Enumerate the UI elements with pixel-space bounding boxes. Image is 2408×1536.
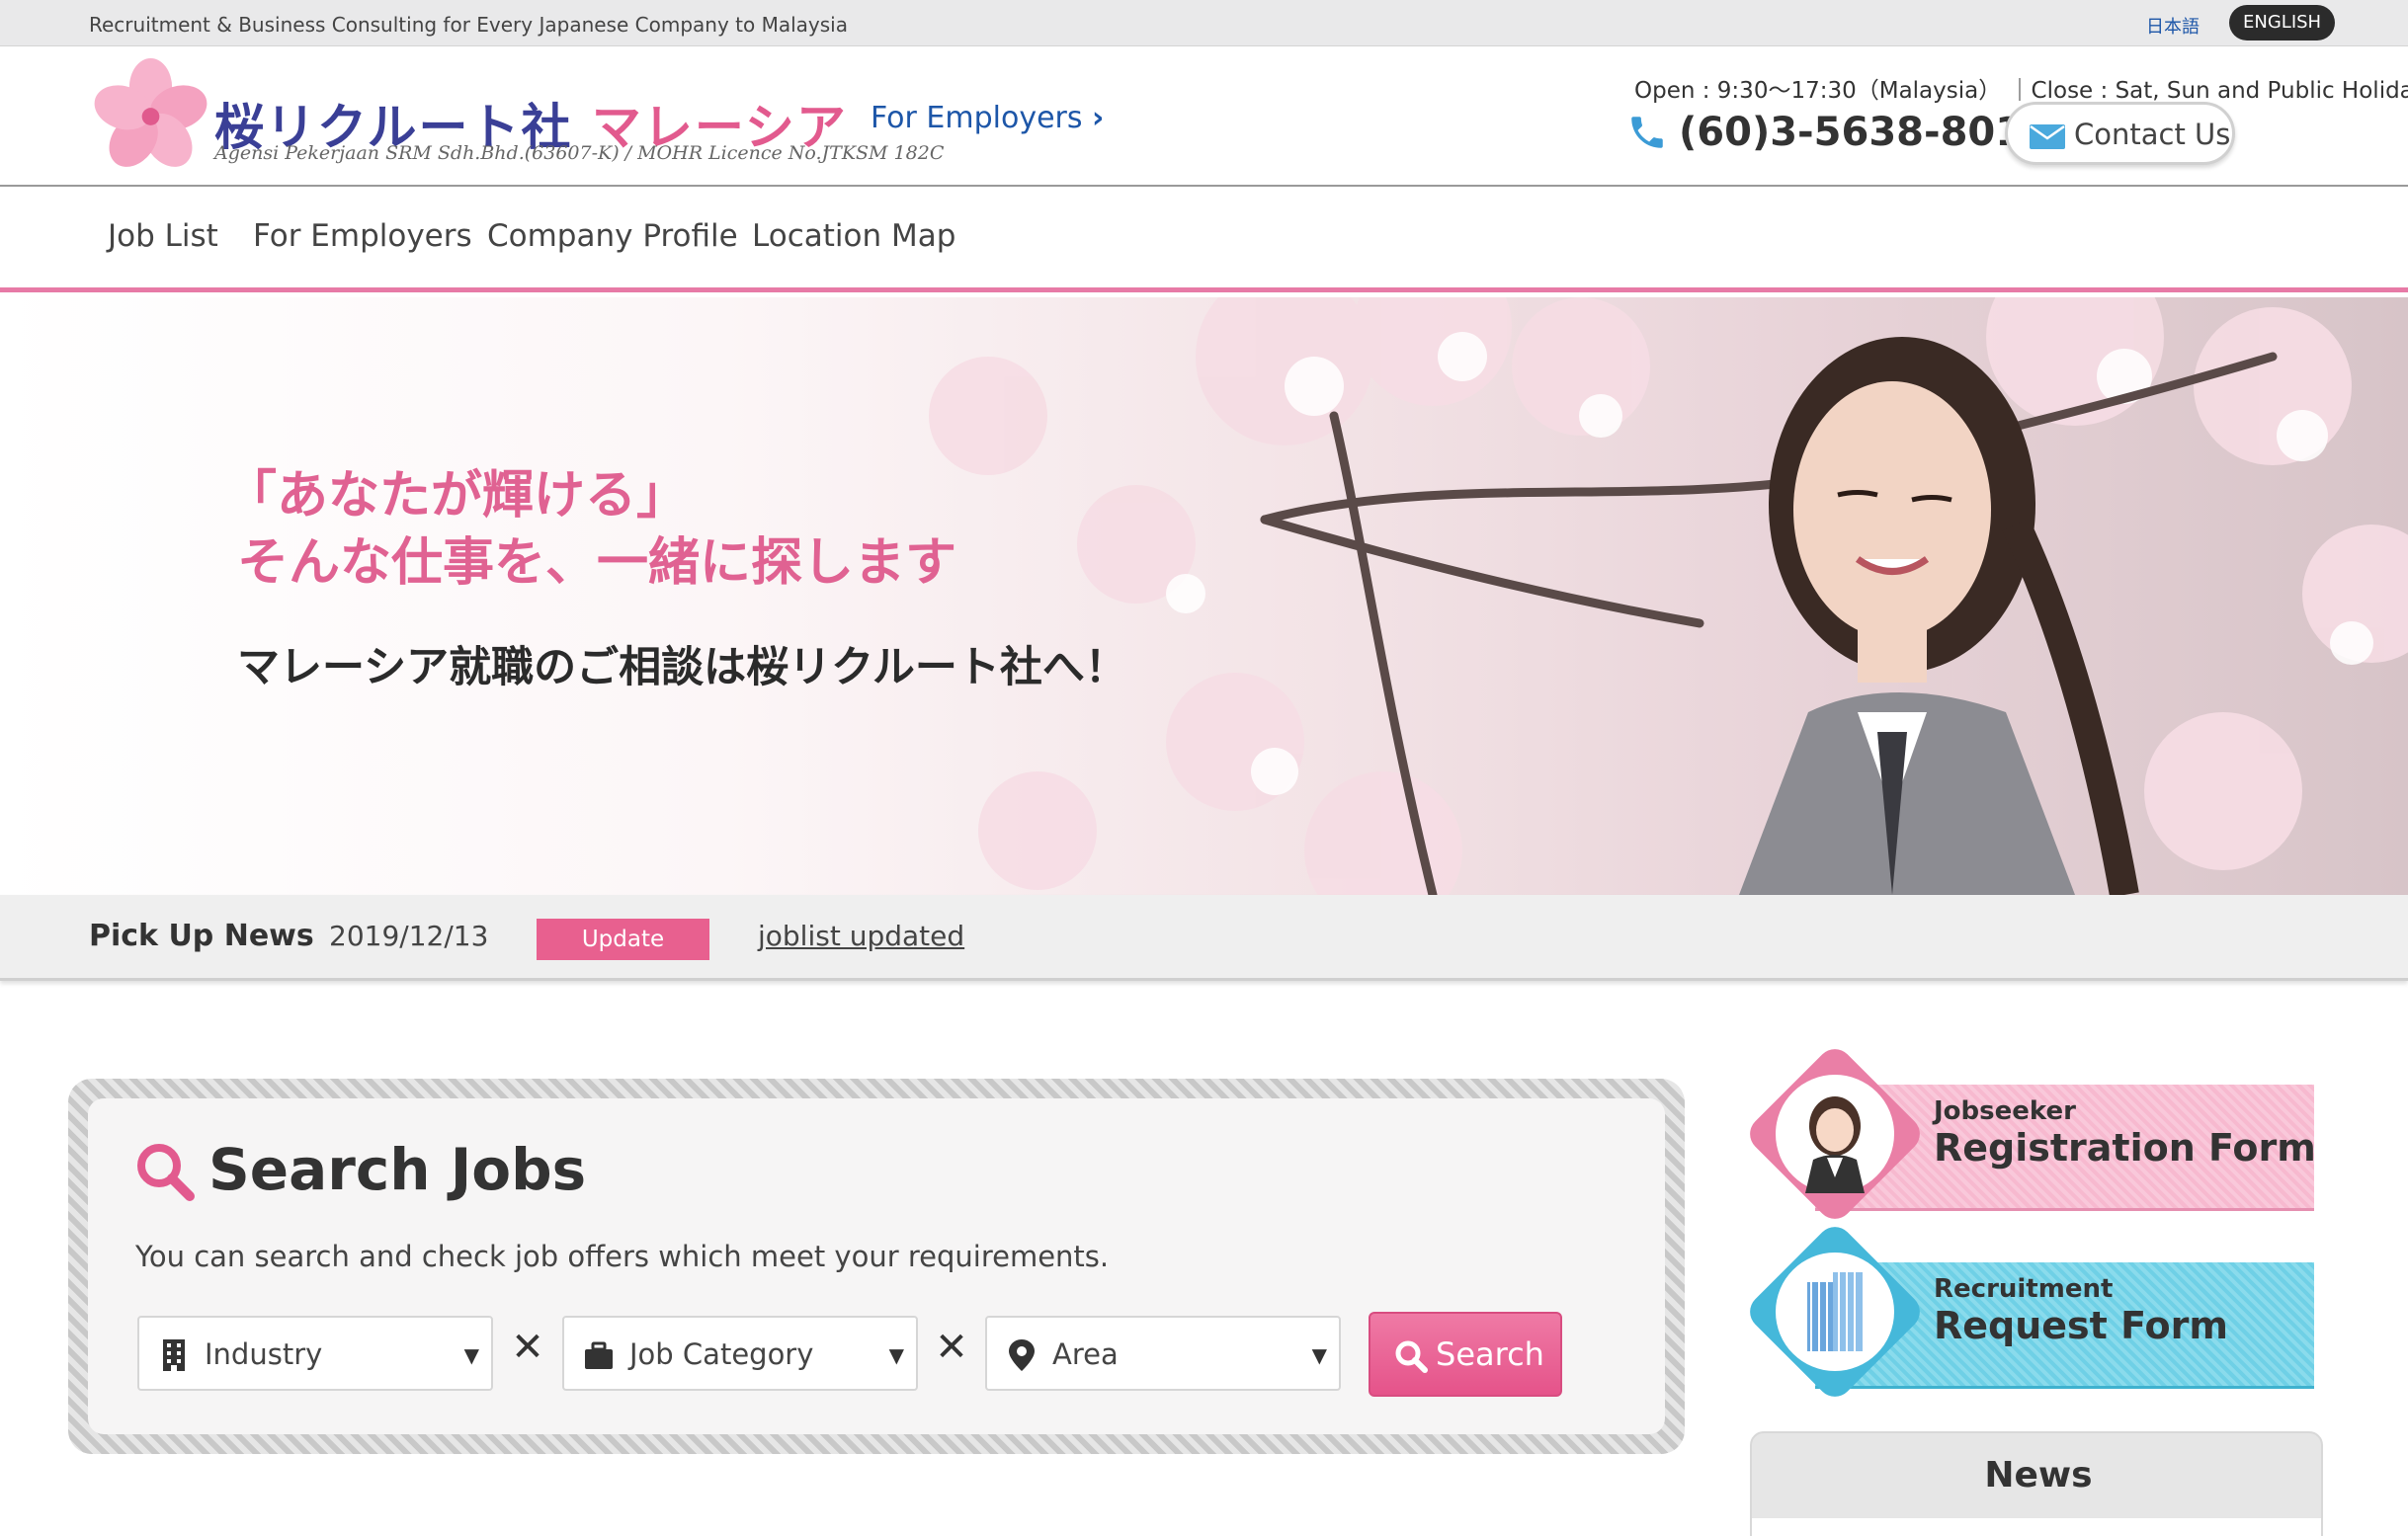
building-illustration-icon (1776, 1253, 1894, 1371)
contact-us-button[interactable]: Contact Us (2005, 102, 2235, 165)
language-japanese-link[interactable]: 日本語 (2146, 13, 2200, 39)
recruitment-banner-small: Recruitment (1934, 1274, 2114, 1304)
area-select-value: Area (1052, 1337, 1119, 1371)
news-date: 2019/12/13 (329, 920, 489, 952)
phone-number[interactable]: (60)3-5638-8010 (1679, 110, 2050, 155)
search-button-label: Search (1436, 1335, 1544, 1373)
mail-icon (2030, 124, 2065, 149)
phone-icon (1631, 117, 1663, 148)
sakura-logo-icon[interactable] (89, 58, 212, 175)
news-sidebar-box: News (1750, 1431, 2323, 1536)
search-jobs-inner: Search Jobs You can search and check job… (88, 1098, 1665, 1434)
area-select[interactable]: Area ▼ (985, 1316, 1341, 1391)
nav-item-job-list[interactable]: Job List (108, 218, 218, 254)
search-button[interactable]: Search (1369, 1312, 1562, 1397)
hero-subheadline: マレーシア就職のご相談は桜リクルート社へ！ (237, 643, 1127, 692)
hero-headline-line1: 「あなたが輝ける」 (225, 465, 689, 525)
dropdown-arrow-icon: ▼ (1311, 1343, 1327, 1367)
for-employers-link[interactable]: For Employers › (871, 101, 1104, 135)
briefcase-icon (585, 1341, 613, 1369)
logo-subtitle: Agensi Pekerjaan SRM Sdh.Bhd.(63607-K) /… (214, 142, 945, 164)
chevron-right-icon: › (1092, 101, 1105, 135)
recruitment-banner-title: Request Form (1934, 1304, 2228, 1347)
search-jobs-description: You can search and check job offers whic… (135, 1240, 1110, 1273)
news-link[interactable]: joblist updated (758, 920, 964, 952)
multiply-icon: ✕ (935, 1325, 968, 1370)
news-category-badge: Update (537, 919, 709, 960)
map-pin-icon (1009, 1339, 1035, 1371)
search-jobs-panel: Search Jobs You can search and check job… (68, 1079, 1685, 1454)
language-english-button[interactable]: ENGLISH (2229, 5, 2336, 40)
pick-up-news-title: Pick Up News (89, 919, 314, 953)
news-sidebar-content (1752, 1518, 2321, 1536)
hero-photo (929, 297, 2408, 895)
search-icon (137, 1144, 195, 1201)
dropdown-arrow-icon: ▼ (888, 1343, 904, 1367)
contact-us-label: Contact Us (2074, 118, 2231, 151)
industry-select-value: Industry (205, 1337, 323, 1371)
jobseeker-registration-banner[interactable]: Jobseeker Registration Form (1742, 1041, 2316, 1227)
recruitment-request-banner[interactable]: Recruitment Request Form (1742, 1219, 2314, 1405)
top-bar: Recruitment & Business Consulting for Ev… (0, 0, 2408, 46)
business-hours: Open : 9:30〜17:30（Malaysia） ｜Close : Sat… (1634, 78, 2408, 104)
nav-item-company-profile[interactable]: Company Profile (487, 218, 738, 254)
site-tagline: Recruitment & Business Consulting for Ev… (89, 13, 848, 37)
jobseeker-banner-title: Registration Form (1934, 1126, 2316, 1170)
search-jobs-title: Search Jobs (208, 1136, 587, 1203)
hero-banner: 「あなたが輝ける」 そんな仕事を、一緒に探します マレーシア就職のご相談は桜リク… (0, 297, 2408, 895)
nav-item-for-employers[interactable]: For Employers (253, 218, 472, 254)
for-employers-label: For Employers (871, 101, 1083, 135)
job-category-select[interactable]: Job Category ▼ (562, 1316, 918, 1391)
multiply-icon: ✕ (511, 1325, 544, 1370)
jobseeker-avatar-icon (1776, 1075, 1894, 1193)
dropdown-arrow-icon: ▼ (463, 1343, 479, 1367)
industry-select[interactable]: Industry ▼ (137, 1316, 493, 1391)
search-icon (1395, 1340, 1428, 1373)
main-nav: Job List For Employers Company Profile L… (0, 187, 2408, 292)
building-icon (163, 1339, 185, 1371)
site-header: 桜リクルート社 マレーシア Agensi Pekerjaan SRM Sdh.B… (0, 46, 2408, 187)
jobseeker-banner-small: Jobseeker (1934, 1096, 2076, 1126)
job-category-select-value: Job Category (629, 1337, 814, 1371)
pick-up-news-bar: Pick Up News 2019/12/13 Update joblist u… (0, 895, 2408, 981)
hero-headline-line2: そんな仕事を、一緒に探します (237, 532, 957, 593)
news-sidebar-title: News (1984, 1455, 2093, 1496)
nav-item-location-map[interactable]: Location Map (752, 218, 955, 254)
